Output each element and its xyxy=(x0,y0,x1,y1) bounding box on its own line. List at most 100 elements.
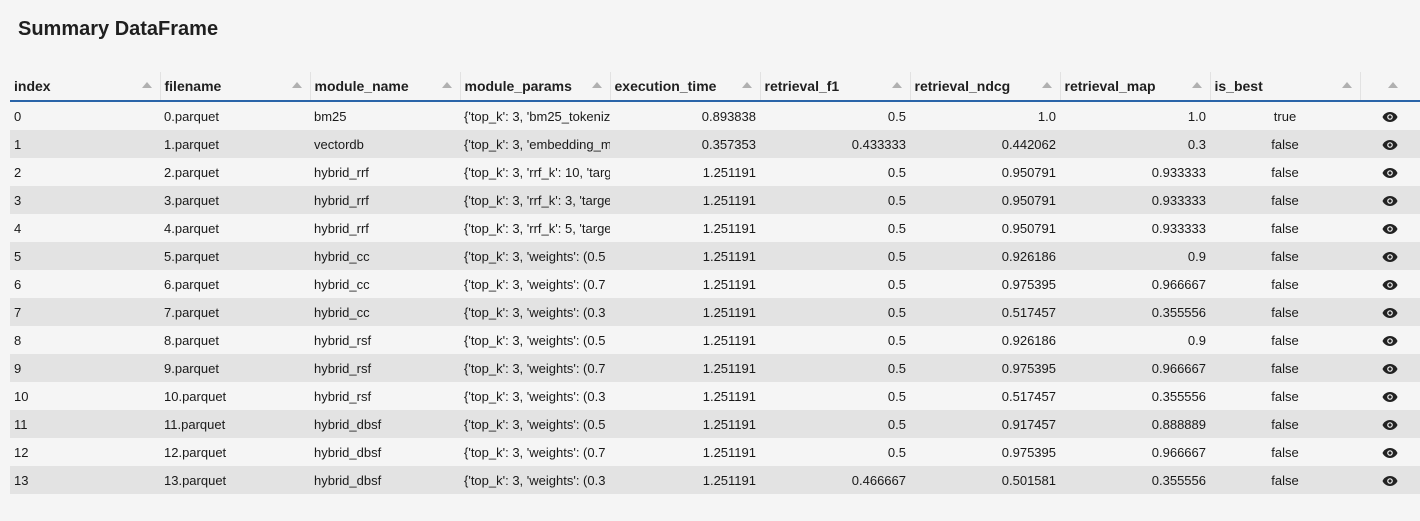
cell-execution-time: 1.251191 xyxy=(610,326,760,354)
cell-view xyxy=(1360,466,1420,494)
cell-view xyxy=(1360,130,1420,158)
cell-module-params: {'top_k': 3, 'weights': (0.7 xyxy=(460,354,610,382)
table-row[interactable]: 0 0.parquet bm25 {'top_k': 3, 'bm25_tokeniz… xyxy=(10,101,1420,130)
eye-icon[interactable] xyxy=(1382,307,1398,319)
cell-view xyxy=(1360,326,1420,354)
sort-ascending-icon[interactable] xyxy=(741,82,752,88)
sort-ascending-icon[interactable] xyxy=(1041,82,1052,88)
eye-icon[interactable] xyxy=(1382,335,1398,347)
table-row[interactable]: 12 12.parquet hybrid_dbsf {'top_k': 3, 'wei… xyxy=(10,438,1420,466)
cell-filename: 0.parquet xyxy=(160,101,310,130)
cell-index: 7 xyxy=(10,298,160,326)
cell-filename: 10.parquet xyxy=(160,382,310,410)
cell-retrieval-map: 0.966667 xyxy=(1060,270,1210,298)
cell-view xyxy=(1360,214,1420,242)
eye-icon[interactable] xyxy=(1382,419,1398,431)
column-header-view[interactable] xyxy=(1360,72,1420,102)
eye-icon[interactable] xyxy=(1382,167,1398,179)
cell-execution-time: 1.251191 xyxy=(610,298,760,326)
sort-ascending-icon[interactable] xyxy=(441,82,452,88)
cell-retrieval-f1: 0.5 xyxy=(760,438,910,466)
cell-retrieval-f1: 0.5 xyxy=(760,410,910,438)
cell-retrieval-f1: 0.5 xyxy=(760,242,910,270)
cell-module-params: {'top_k': 3, 'weights': (0.7 xyxy=(460,270,610,298)
cell-retrieval-f1: 0.5 xyxy=(760,101,910,130)
table-row[interactable]: 10 10.parquet hybrid_rsf {'top_k': 3, 'weig… xyxy=(10,382,1420,410)
cell-module-name: hybrid_cc xyxy=(310,242,460,270)
sort-ascending-icon[interactable] xyxy=(591,82,602,88)
column-header-execution-time[interactable]: execution_time xyxy=(610,72,761,102)
eye-icon[interactable] xyxy=(1382,111,1398,123)
sort-ascending-icon[interactable] xyxy=(1191,82,1202,88)
eye-icon[interactable] xyxy=(1382,363,1398,375)
sort-ascending-icon[interactable] xyxy=(1388,82,1398,88)
column-header-module-params[interactable]: module_params xyxy=(460,72,611,102)
cell-retrieval-map: 0.355556 xyxy=(1060,382,1210,410)
table-row[interactable]: 11 11.parquet hybrid_dbsf {'top_k': 3, 'wei… xyxy=(10,410,1420,438)
sort-ascending-icon[interactable] xyxy=(291,82,302,88)
column-header-label: module_name xyxy=(314,78,409,94)
cell-view xyxy=(1360,382,1420,410)
eye-icon[interactable] xyxy=(1382,251,1398,263)
cell-module-params: {'top_k': 3, 'weights': (0.3 xyxy=(460,382,610,410)
cell-is-best: false xyxy=(1210,466,1360,494)
cell-index: 5 xyxy=(10,242,160,270)
table-row[interactable]: 2 2.parquet hybrid_rrf {'top_k': 3, 'rrf_k'… xyxy=(10,158,1420,186)
cell-execution-time: 1.251191 xyxy=(610,438,760,466)
sort-ascending-icon[interactable] xyxy=(1341,82,1352,88)
table-row[interactable]: 7 7.parquet hybrid_cc {'top_k': 3, 'weights… xyxy=(10,298,1420,326)
cell-index: 6 xyxy=(10,270,160,298)
column-header-label: retrieval_f1 xyxy=(764,78,840,94)
cell-filename: 12.parquet xyxy=(160,438,310,466)
table-row[interactable]: 5 5.parquet hybrid_cc {'top_k': 3, 'weights… xyxy=(10,242,1420,270)
table-row[interactable]: 9 9.parquet hybrid_rsf {'top_k': 3, 'weight… xyxy=(10,354,1420,382)
eye-icon[interactable] xyxy=(1382,447,1398,459)
table-row[interactable]: 6 6.parquet hybrid_cc {'top_k': 3, 'weights… xyxy=(10,270,1420,298)
cell-is-best: false xyxy=(1210,130,1360,158)
column-header-module-name[interactable]: module_name xyxy=(310,72,461,102)
column-header-label: is_best xyxy=(1214,78,1263,94)
cell-retrieval-f1: 0.5 xyxy=(760,158,910,186)
table-row[interactable]: 4 4.parquet hybrid_rrf {'top_k': 3, 'rrf_k'… xyxy=(10,214,1420,242)
cell-retrieval-map: 0.933333 xyxy=(1060,158,1210,186)
cell-retrieval-map: 0.933333 xyxy=(1060,214,1210,242)
cell-is-best: false xyxy=(1210,242,1360,270)
cell-index: 9 xyxy=(10,354,160,382)
cell-module-name: hybrid_rrf xyxy=(310,158,460,186)
column-header-label: module_params xyxy=(464,78,572,94)
cell-module-name: hybrid_cc xyxy=(310,298,460,326)
eye-icon[interactable] xyxy=(1382,475,1398,487)
cell-execution-time: 1.251191 xyxy=(610,270,760,298)
eye-icon[interactable] xyxy=(1382,139,1398,151)
cell-module-name: hybrid_rsf xyxy=(310,326,460,354)
column-header-index[interactable]: index xyxy=(10,72,161,102)
table-row[interactable]: 1 1.parquet vectordb {'top_k': 3, 'embeddin… xyxy=(10,130,1420,158)
cell-view xyxy=(1360,354,1420,382)
cell-module-params: {'top_k': 3, 'weights': (0.3 xyxy=(460,298,610,326)
eye-icon[interactable] xyxy=(1382,391,1398,403)
column-header-retrieval-ndcg[interactable]: retrieval_ndcg xyxy=(910,72,1061,102)
cell-view xyxy=(1360,410,1420,438)
cell-module-params: {'top_k': 3, 'weights': (0.7 xyxy=(460,438,610,466)
cell-is-best: false xyxy=(1210,354,1360,382)
cell-retrieval-map: 0.9 xyxy=(1060,242,1210,270)
table-row[interactable]: 13 13.parquet hybrid_dbsf {'top_k': 3, 'wei… xyxy=(10,466,1420,494)
sort-ascending-icon[interactable] xyxy=(891,82,902,88)
eye-icon[interactable] xyxy=(1382,223,1398,235)
cell-module-name: hybrid_rsf xyxy=(310,382,460,410)
cell-view xyxy=(1360,438,1420,466)
cell-filename: 5.parquet xyxy=(160,242,310,270)
sort-ascending-icon[interactable] xyxy=(141,82,152,88)
eye-icon[interactable] xyxy=(1382,279,1398,291)
cell-module-params: {'top_k': 3, 'rrf_k': 3, 'target' xyxy=(460,186,610,214)
table-row[interactable]: 3 3.parquet hybrid_rrf {'top_k': 3, 'rrf_k'… xyxy=(10,186,1420,214)
cell-retrieval-ndcg: 0.501581 xyxy=(910,466,1060,494)
column-header-retrieval-map[interactable]: retrieval_map xyxy=(1060,72,1211,102)
column-header-filename[interactable]: filename xyxy=(160,72,311,102)
column-header-retrieval-f1[interactable]: retrieval_f1 xyxy=(760,72,911,102)
cell-retrieval-map: 0.966667 xyxy=(1060,354,1210,382)
eye-icon[interactable] xyxy=(1382,195,1398,207)
table-row[interactable]: 8 8.parquet hybrid_rsf {'top_k': 3, 'weight… xyxy=(10,326,1420,354)
cell-is-best: false xyxy=(1210,298,1360,326)
column-header-is-best[interactable]: is_best xyxy=(1210,72,1361,102)
